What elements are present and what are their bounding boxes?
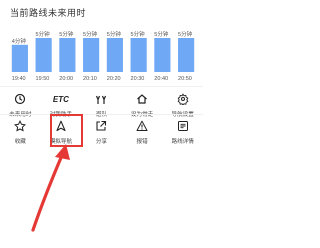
report-error-button[interactable]: 报错 — [122, 119, 163, 145]
chart-bar — [59, 38, 76, 72]
list-icon — [177, 119, 189, 133]
chart-value-label: 4分钟 — [12, 37, 27, 45]
chart-bar — [83, 38, 100, 72]
chart-value-label: 5分钟 — [107, 30, 122, 38]
fork-icon — [95, 92, 107, 106]
chart-category-label: 20:40 — [154, 76, 168, 82]
chart-bar — [154, 38, 171, 72]
chart-bar — [11, 44, 28, 72]
toolbar-row-2: 收藏 模拟导航 分享 报错 路线详情 — [0, 119, 203, 145]
highlight-box — [50, 114, 83, 147]
chart-category-label: 20:30 — [131, 76, 145, 82]
chart-bar — [178, 38, 195, 72]
chart-value-label: 5分钟 — [36, 30, 51, 38]
chart-category-label: 19:40 — [12, 76, 26, 82]
chart-bar — [35, 38, 52, 72]
future-time-chart: 4分钟 19:40 5分钟 19:50 5分钟 20:00 5分钟 20:10 5分钟 20:20… — [8, 18, 198, 84]
share-icon — [95, 119, 107, 133]
favorite-label: 收藏 — [14, 139, 26, 145]
clock-icon — [14, 92, 26, 106]
share-label: 分享 — [95, 139, 108, 145]
favorite-button[interactable]: 收藏 — [0, 119, 41, 145]
chart-category-label: 20:10 — [83, 76, 97, 82]
chart-category-label: 19:50 — [36, 76, 50, 82]
chart-category-label: 20:00 — [59, 76, 73, 82]
divider — [0, 114, 203, 115]
etc-icon: ETC — [52, 94, 69, 104]
gear-icon — [177, 92, 189, 106]
share-button[interactable]: 分享 — [81, 119, 122, 145]
home-icon — [136, 92, 148, 106]
route-details-label: 路线详情 — [171, 139, 194, 145]
chart-value-label: 5分钟 — [178, 30, 193, 38]
chart-bar — [106, 38, 123, 72]
route-details-button[interactable]: 路线详情 — [162, 119, 203, 145]
chart-value-label: 5分钟 — [59, 30, 74, 38]
report-error-label: 报错 — [136, 139, 148, 145]
chart-bar — [130, 38, 147, 72]
star-icon — [14, 119, 27, 133]
chart-value-label: 5分钟 — [154, 30, 169, 38]
chart-value-label: 5分钟 — [131, 30, 146, 38]
divider — [0, 86, 203, 87]
chart-category-label: 20:20 — [107, 76, 121, 82]
chart-value-label: 5分钟 — [83, 30, 98, 38]
chart-category-label: 20:50 — [178, 76, 192, 82]
warning-icon — [136, 119, 148, 133]
chart-svg: 4分钟 19:40 5分钟 19:50 5分钟 20:00 5分钟 20:10 5分钟 20:20… — [11, 30, 195, 82]
